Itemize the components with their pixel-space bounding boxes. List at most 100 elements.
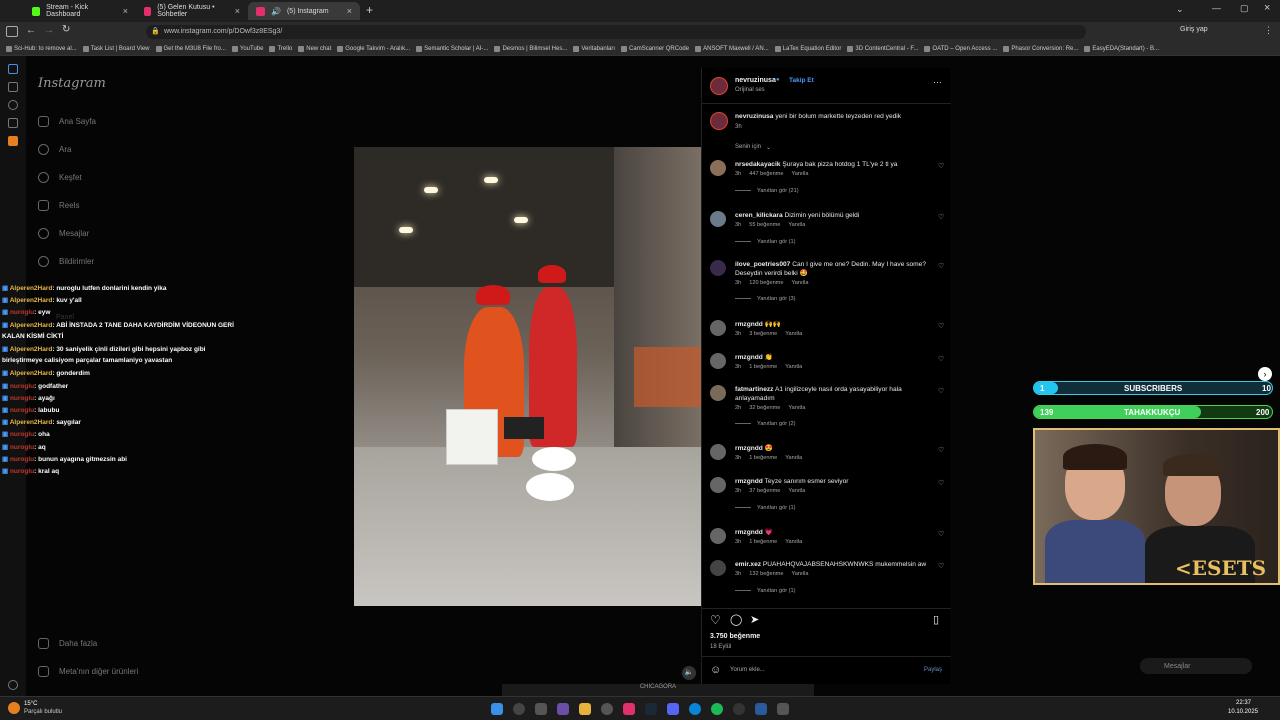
bookmark-item[interactable]: LaTex Equation Editor bbox=[774, 45, 841, 52]
chat-username[interactable]: nuroglu bbox=[10, 407, 34, 414]
forward-icon[interactable]: → bbox=[44, 25, 54, 36]
reply-button[interactable]: Yanıtla bbox=[788, 488, 805, 494]
file-explorer-icon[interactable] bbox=[579, 703, 591, 715]
commenter-avatar[interactable] bbox=[710, 160, 726, 176]
like-comment-icon[interactable]: ♡ bbox=[938, 322, 944, 330]
chat-username[interactable]: nuroglu bbox=[10, 456, 34, 463]
commenter-name[interactable]: rmzgndd bbox=[735, 529, 763, 536]
nav-explore[interactable]: Keşfet bbox=[38, 172, 82, 183]
chevron-right-icon[interactable]: › bbox=[1258, 367, 1272, 381]
chevron-down-icon[interactable]: ⌄ bbox=[766, 144, 771, 151]
author-avatar[interactable] bbox=[710, 77, 728, 95]
bookmark-item[interactable]: New chat bbox=[298, 45, 331, 52]
like-comment-icon[interactable]: ♡ bbox=[938, 355, 944, 363]
instagram-icon[interactable] bbox=[623, 703, 635, 715]
bookmark-item[interactable]: Veritabanları bbox=[573, 45, 615, 52]
like-comment-icon[interactable]: ♡ bbox=[938, 162, 944, 170]
view-replies-button[interactable]: Yanıtları gör (1) bbox=[735, 588, 795, 594]
bookmark-item[interactable]: EasyEDA(Standart) - B... bbox=[1084, 45, 1159, 52]
comment-input[interactable]: Yorum ekle... bbox=[730, 667, 765, 673]
commenter-name[interactable]: ceren_kilickara bbox=[735, 212, 783, 219]
comment-likes[interactable]: 55 beğenme bbox=[749, 222, 780, 228]
close-icon[interactable]: × bbox=[347, 6, 352, 16]
sidebar-toggle-icon[interactable] bbox=[6, 26, 18, 37]
settings-icon[interactable] bbox=[777, 703, 789, 715]
bookmark-item[interactable]: OATD – Open Access ... bbox=[924, 45, 997, 52]
task-view-icon[interactable] bbox=[535, 703, 547, 715]
reply-button[interactable]: Yanıtla bbox=[785, 364, 802, 370]
nav-notifications[interactable]: Bildirimler bbox=[38, 256, 94, 267]
steam-icon[interactable] bbox=[645, 703, 657, 715]
reply-button[interactable]: Yanıtla bbox=[791, 280, 808, 286]
tab-list-icon[interactable]: ⌄ bbox=[1176, 4, 1184, 15]
obs-icon[interactable] bbox=[733, 703, 745, 715]
comment-likes[interactable]: 1 beğenme bbox=[749, 539, 777, 545]
weather-temp[interactable]: 15°C bbox=[24, 701, 37, 707]
save-icon[interactable]: ▯ bbox=[933, 613, 939, 626]
bookmark-item[interactable]: CamScanner QRCode bbox=[621, 45, 689, 52]
like-icon[interactable]: ♡ bbox=[710, 613, 721, 627]
clock-time[interactable]: 22:37 bbox=[1236, 700, 1251, 706]
copilot-icon[interactable] bbox=[8, 64, 18, 74]
view-replies-button[interactable]: Yanıtları gör (2) bbox=[735, 421, 795, 427]
tab-instagram[interactable]: 🔊 (5) Instagram × bbox=[248, 2, 360, 20]
chat-username[interactable]: Alperen2Hard bbox=[10, 346, 53, 353]
reel-video[interactable] bbox=[354, 147, 701, 606]
bookmark-item[interactable]: Sci-Hub: to remove al... bbox=[6, 45, 77, 52]
commenter-name[interactable]: emir.xez bbox=[735, 561, 761, 568]
comment-icon[interactable]: ◯ bbox=[730, 613, 742, 626]
comment-likes[interactable]: 37 beğenme bbox=[749, 488, 780, 494]
chat-username[interactable]: Alperen2Hard bbox=[10, 419, 53, 426]
audio-label[interactable]: Orijinal ses bbox=[735, 87, 765, 93]
chat-username[interactable]: Alperen2Hard bbox=[10, 370, 53, 377]
menu-icon[interactable]: ⋮ bbox=[1264, 25, 1273, 36]
comment-likes[interactable]: 132 beğenme bbox=[749, 571, 783, 577]
reload-icon[interactable]: ↻ bbox=[62, 24, 70, 35]
like-comment-icon[interactable]: ♡ bbox=[938, 562, 944, 570]
reply-button[interactable]: Yanıtla bbox=[785, 539, 802, 545]
commenter-name[interactable]: ilove_poetries007 bbox=[735, 261, 790, 268]
nav-reels[interactable]: Reels bbox=[38, 200, 79, 211]
commenter-name[interactable]: rmzgndd bbox=[735, 478, 763, 485]
view-replies-button[interactable]: Yanıtları gör (1) bbox=[735, 505, 795, 511]
collections-icon[interactable] bbox=[8, 82, 18, 92]
signin-button[interactable]: Giriş yap bbox=[1180, 26, 1208, 33]
emoji-icon[interactable]: ☺ bbox=[710, 664, 721, 676]
reply-button[interactable]: Yanıtla bbox=[791, 171, 808, 177]
commenter-name[interactable]: rmzgndd bbox=[735, 321, 763, 328]
like-comment-icon[interactable]: ♡ bbox=[938, 213, 944, 221]
view-replies-button[interactable]: Yanıtları gör (3) bbox=[735, 296, 795, 302]
nav-more[interactable]: Daha fazla bbox=[38, 638, 97, 649]
bookmark-item[interactable]: Desmos | Bilimsel Hes... bbox=[494, 45, 567, 52]
reply-button[interactable]: Yanıtla bbox=[785, 455, 802, 461]
bookmark-item[interactable]: YouTube bbox=[231, 45, 263, 52]
app-icon[interactable] bbox=[755, 703, 767, 715]
nav-home[interactable]: Ana Sayfa bbox=[38, 116, 96, 127]
back-icon[interactable]: ← bbox=[26, 25, 36, 36]
like-comment-icon[interactable]: ♡ bbox=[938, 387, 944, 395]
nav-messages[interactable]: Mesajlar bbox=[38, 228, 89, 239]
like-comment-icon[interactable]: ♡ bbox=[938, 479, 944, 487]
windows-start-icon[interactable] bbox=[491, 703, 503, 715]
window-close-icon[interactable]: × bbox=[1264, 2, 1270, 14]
share-icon[interactable]: ➤ bbox=[750, 613, 759, 626]
new-tab-button[interactable]: + bbox=[366, 3, 373, 17]
reply-button[interactable]: Yanıtla bbox=[788, 405, 805, 411]
chat-username[interactable]: Alperen2Hard bbox=[10, 285, 53, 292]
chat-username[interactable]: nuroglu bbox=[10, 383, 34, 390]
chat-username[interactable]: nuroglu bbox=[10, 431, 34, 438]
bookmark-item[interactable]: Google Takvim - Aralık... bbox=[337, 45, 410, 52]
reply-button[interactable]: Yanıtla bbox=[785, 331, 802, 337]
like-comment-icon[interactable]: ♡ bbox=[938, 262, 944, 270]
discord-icon[interactable] bbox=[667, 703, 679, 715]
close-icon[interactable]: × bbox=[123, 6, 128, 16]
commenter-name[interactable]: nrsedakayacik bbox=[735, 161, 780, 168]
follow-button[interactable]: Takip Et bbox=[789, 77, 814, 84]
chat-username[interactable]: nuroglu bbox=[10, 444, 34, 451]
commenter-avatar[interactable] bbox=[710, 385, 726, 401]
favorites-icon[interactable] bbox=[8, 118, 18, 128]
sort-dropdown[interactable]: Senin için bbox=[735, 144, 761, 150]
likes-count[interactable]: 3.750 beğenme bbox=[710, 633, 760, 640]
bookmark-item[interactable]: Task List | Board View bbox=[82, 45, 150, 52]
chat-username[interactable]: nuroglu bbox=[10, 309, 34, 316]
